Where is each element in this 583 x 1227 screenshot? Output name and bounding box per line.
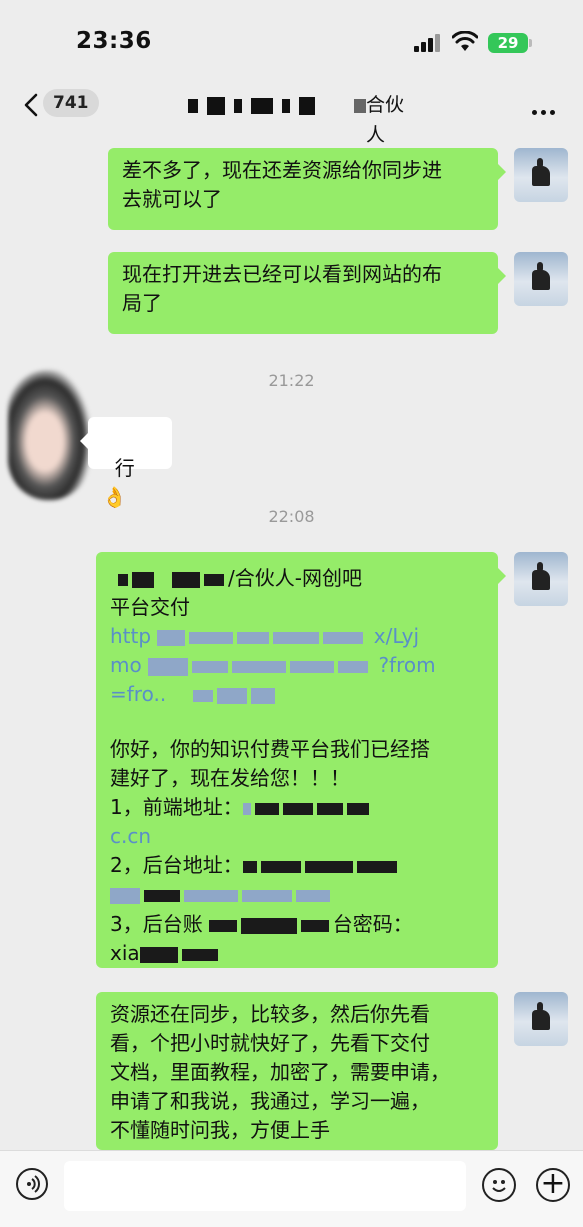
avatar[interactable] (514, 148, 568, 202)
input-bar: + (0, 1150, 583, 1227)
message-line: 3，后台账 台密码： (110, 912, 413, 936)
wifi-icon (452, 31, 478, 51)
message-text: 行 (114, 456, 135, 480)
message-link[interactable]: c.cn (110, 822, 484, 851)
message-link[interactable]: http x/Lyj (110, 622, 484, 651)
more-icon[interactable] (532, 100, 562, 115)
ok-hand-emoji: 👌 (102, 485, 127, 509)
chat-header: 741 合伙人 (0, 80, 583, 146)
message-line: /合伙人-网创吧 (110, 564, 484, 593)
timestamp: 22:08 (268, 507, 315, 526)
message-bubble-outgoing[interactable]: 资源还在同步，比较多，然后你先看 看，个把小时就快好了，先看下交付 文档，里面教… (96, 992, 498, 1150)
message-line (110, 880, 484, 910)
message-line: 平台交付 (110, 595, 190, 619)
message-input[interactable] (64, 1161, 466, 1211)
battery-icon: 29 (488, 33, 528, 53)
message-line: 2，后台地址： (110, 851, 484, 880)
avatar[interactable] (514, 992, 568, 1046)
message-line: xia (110, 939, 484, 968)
unread-badge[interactable]: 741 (43, 89, 99, 117)
avatar[interactable] (514, 252, 568, 306)
status-time: 23:36 (76, 28, 152, 54)
chevron-left-icon[interactable] (18, 90, 46, 120)
message-bubble-outgoing[interactable]: 现在打开进去已经可以看到网站的布 局了 (108, 252, 506, 334)
avatar[interactable] (514, 552, 568, 606)
message-bubble-outgoing[interactable]: /合伙人-网创吧 平台交付 http x/Lyj mo ?from =fro..… (96, 552, 506, 968)
chat-title: 合伙人 (180, 90, 420, 146)
message-bubble-incoming[interactable]: 行👌 (80, 417, 172, 509)
status-bar: 23:36 29 (0, 0, 583, 80)
voice-icon[interactable] (16, 1168, 48, 1200)
timestamp: 21:22 (268, 371, 315, 390)
emoji-icon[interactable] (482, 1168, 516, 1202)
chat-title-text: 合伙人 (366, 94, 405, 146)
message-body: 你好，你的知识付费平台我们已经搭 建好了，现在发给您！！！ (110, 737, 430, 790)
message-link[interactable]: mo ?from (110, 651, 484, 680)
plus-icon[interactable]: + (536, 1168, 570, 1202)
message-bubble-outgoing[interactable]: 差不多了，现在还差资源给你同步进 去就可以了 (108, 148, 506, 230)
battery-tip (529, 39, 532, 47)
contact-avatar[interactable] (8, 370, 90, 500)
signal-icon (414, 34, 444, 52)
message-line: 1，前端地址： (110, 793, 484, 822)
message-link[interactable]: =fro.. (110, 680, 484, 709)
